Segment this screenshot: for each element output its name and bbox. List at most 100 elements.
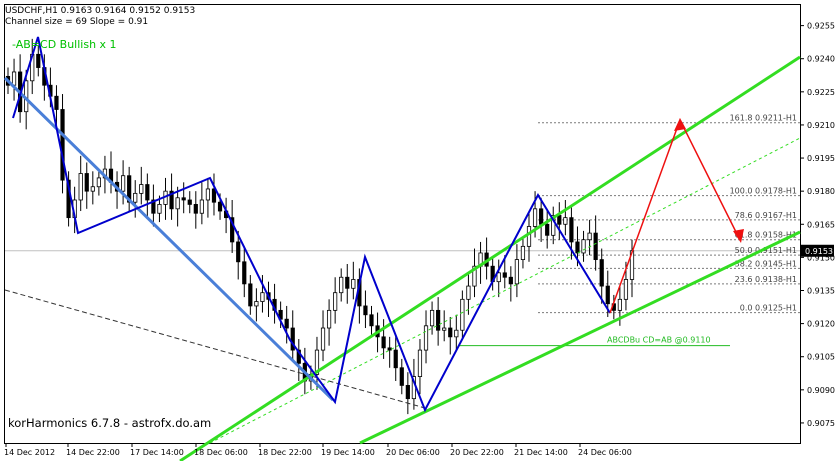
pattern-label: -AB=CD Bullish x 1 <box>12 38 117 51</box>
candle-body <box>460 298 465 331</box>
candle-body <box>539 208 544 225</box>
candle-body <box>387 347 392 351</box>
candle-body <box>545 223 550 236</box>
candle-body <box>393 349 398 369</box>
candle-body <box>84 173 89 192</box>
candle-body <box>423 325 429 351</box>
candle-body <box>320 327 326 351</box>
candle-body <box>175 197 180 210</box>
candle-body <box>363 305 368 316</box>
candle-body <box>351 279 356 289</box>
x-tick-label: 20 Dec 22:00 <box>450 448 504 457</box>
y-tick-label: 0.9105 <box>807 353 835 362</box>
fib-level-label: 78.6 0.9167-H1 <box>735 211 797 220</box>
candle-body <box>345 276 350 289</box>
candle-body <box>599 259 604 287</box>
candle-body <box>54 95 59 110</box>
candle-body <box>496 272 501 283</box>
candle-body <box>593 232 598 260</box>
candle-body <box>157 204 162 214</box>
x-tick-label: 21 Dec 14:00 <box>514 448 568 457</box>
candle-body <box>502 272 507 278</box>
x-tick-label: 17 Dec 14:00 <box>130 448 184 457</box>
candle-body <box>133 192 138 203</box>
candle-body <box>575 241 580 254</box>
candle-body <box>339 276 344 294</box>
candle-body <box>193 204 198 214</box>
candle-body <box>211 188 217 203</box>
candle-body <box>333 292 338 311</box>
candle-body <box>466 285 471 300</box>
y-tick-label: 0.9240 <box>807 55 835 64</box>
x-tick-label: 19 Dec 14:00 <box>321 448 375 457</box>
candle-body <box>448 327 453 338</box>
candle-body <box>205 188 211 201</box>
x-tick-label: 14 Dec 22:00 <box>66 448 120 457</box>
channel-info: Channel size = 69 Slope = 0.91 <box>5 17 149 27</box>
y-tick-label: 0.9195 <box>807 154 835 163</box>
chart-area[interactable]: 161.8 0.9211-H1 100.0 0.9178-H1 78.6 0.916… <box>0 0 837 463</box>
y-tick-label: 0.9120 <box>807 320 835 329</box>
x-tick-label: 18 Dec 22:00 <box>258 448 312 457</box>
candle-body <box>254 301 259 307</box>
candle-body <box>569 217 574 243</box>
candle-body <box>617 298 622 311</box>
x-tick-label: 14 Dec 2012 <box>4 448 55 457</box>
candle-body <box>581 239 586 254</box>
y-tick-label: 0.9210 <box>807 121 835 130</box>
candle-body <box>587 232 592 241</box>
y-tick-label: 0.9180 <box>807 187 835 196</box>
candle-body <box>11 71 17 86</box>
current-price-label: 0.9153 <box>805 247 833 256</box>
x-tick-label: 24 Dec 06:00 <box>578 448 632 457</box>
indicator-watermark: korHarmonics 6.7.8 - astrofx.do.am <box>8 416 212 430</box>
candle-body <box>326 309 332 329</box>
candle-body <box>557 215 562 225</box>
candle-body <box>242 261 247 285</box>
candle-body <box>199 199 204 214</box>
candle-body <box>369 314 374 327</box>
candle-body <box>532 208 538 227</box>
candle-body <box>236 241 241 263</box>
candle-body <box>454 329 459 338</box>
candle-body <box>145 184 150 201</box>
x-tick-label: 20 Dec 06:00 <box>386 448 440 457</box>
candle-body <box>442 327 447 331</box>
fib-level-label: 100.0 0.9178-H1 <box>730 187 797 196</box>
candle-body <box>436 309 441 331</box>
candle-body <box>60 109 65 181</box>
candle-body <box>96 177 101 188</box>
y-tick-label: 0.9255 <box>807 22 835 31</box>
candle-body <box>217 201 223 212</box>
fib-level-label: 23.6 0.9138-H1 <box>735 275 797 284</box>
candle-body <box>36 53 41 68</box>
candle-body <box>139 184 144 194</box>
candle-body <box>90 186 95 192</box>
y-tick-label: 0.9090 <box>807 386 835 395</box>
symbol-header: USDCHF,H1 0.9163 0.9164 0.9152 0.9153 <box>5 6 196 16</box>
candle-body <box>78 173 83 201</box>
y-tick-label: 0.9165 <box>807 220 835 229</box>
y-tick-label: 0.9075 <box>807 419 835 428</box>
candle-body <box>181 197 186 201</box>
x-tick-label: 18 Dec 06:00 <box>194 448 248 457</box>
candle-body <box>260 292 265 302</box>
y-tick-label: 0.9225 <box>807 88 835 97</box>
candle-body <box>526 226 532 247</box>
candle-body <box>605 285 610 305</box>
candle-body <box>429 309 435 327</box>
candle-body <box>399 367 404 386</box>
y-tick-label: 0.9135 <box>807 286 835 295</box>
target-label: ABCDBu CD=AB @0.9110 <box>607 336 711 345</box>
candle-body <box>563 217 568 225</box>
candle-body <box>514 259 519 285</box>
fib-level-label: 0.0 0.9125-H1 <box>740 304 797 313</box>
candle-body <box>121 175 126 192</box>
price-chart[interactable]: 161.8 0.9211-H1 100.0 0.9178-H1 78.6 0.916… <box>0 0 837 463</box>
candle-body <box>284 318 289 329</box>
candle-body <box>417 349 423 377</box>
fib-level-label: 38.2 0.9145-H1 <box>735 259 797 268</box>
candle-body <box>381 336 386 349</box>
candle-body <box>508 276 513 285</box>
fib-level-label: 161.8 0.9211-H1 <box>730 114 797 123</box>
